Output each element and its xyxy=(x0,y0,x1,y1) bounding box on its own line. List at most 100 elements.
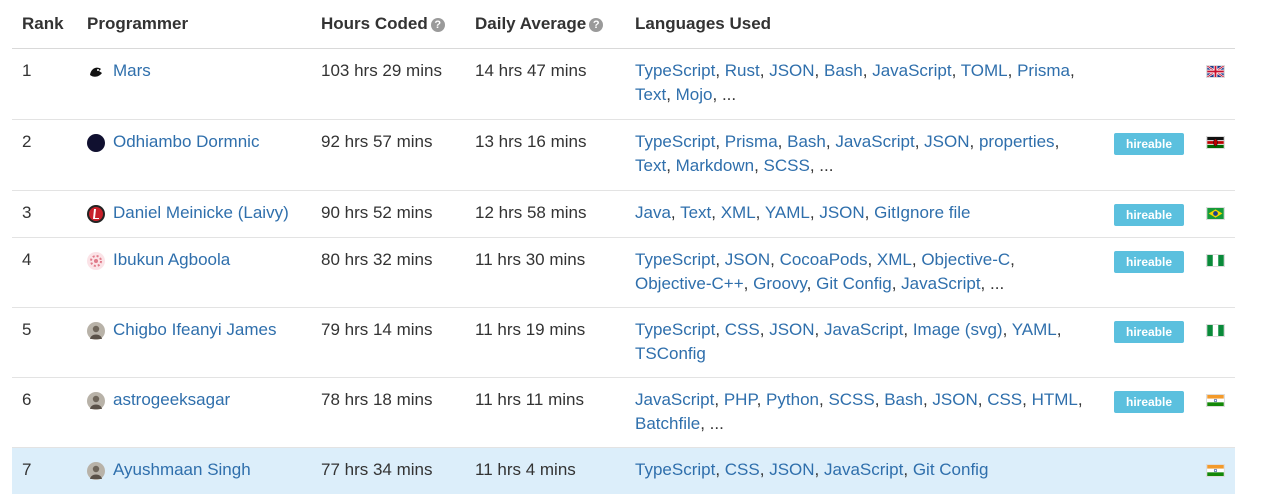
programmer-name-link[interactable]: Mars xyxy=(113,59,151,83)
language-separator: , xyxy=(891,274,902,293)
hireable-badge: hireable xyxy=(1114,133,1184,155)
help-icon[interactable]: ? xyxy=(589,18,604,32)
language-link[interactable]: GitIgnore file xyxy=(874,203,970,222)
language-link[interactable]: Groovy xyxy=(753,274,807,293)
brazil-flag-icon[interactable] xyxy=(1206,207,1225,220)
language-link[interactable]: TypeScript xyxy=(635,460,715,479)
language-separator: , xyxy=(903,320,913,339)
language-link[interactable]: Text xyxy=(680,203,711,222)
language-link[interactable]: properties xyxy=(979,132,1055,151)
language-link[interactable]: JSON xyxy=(932,390,977,409)
language-link[interactable]: HTML xyxy=(1032,390,1078,409)
language-link[interactable]: JSON xyxy=(769,61,814,80)
language-link[interactable]: PHP xyxy=(724,390,757,409)
language-link[interactable]: Bash xyxy=(787,132,826,151)
language-link[interactable]: SCSS xyxy=(828,390,874,409)
language-link[interactable]: Prisma xyxy=(1017,61,1070,80)
avatar[interactable] xyxy=(87,63,105,81)
language-link[interactable]: JavaScript xyxy=(824,460,903,479)
india-flag-icon[interactable] xyxy=(1206,464,1225,477)
language-link[interactable]: Rust xyxy=(725,61,760,80)
table-row: 4 Ibukun Agboola 80 hrs 32 mins 11 hrs 30 m… xyxy=(12,238,1235,308)
language-link[interactable]: XML xyxy=(721,203,756,222)
language-link[interactable]: Python xyxy=(766,390,819,409)
nigeria-flag-icon[interactable] xyxy=(1206,324,1225,337)
language-link[interactable]: TypeScript xyxy=(635,250,715,269)
language-link[interactable]: Batchfile xyxy=(635,414,700,433)
nigeria-flag-icon[interactable] xyxy=(1206,254,1225,267)
language-link[interactable]: Text xyxy=(635,156,666,175)
language-separator: , xyxy=(759,61,770,80)
languages-cell: TypeScript, Prisma, Bash, JavaScript, JS… xyxy=(635,130,1085,178)
avatar[interactable] xyxy=(87,134,105,152)
language-link[interactable]: Bash xyxy=(824,61,863,80)
language-link[interactable]: YAML xyxy=(1012,320,1057,339)
language-link[interactable]: Markdown xyxy=(676,156,754,175)
language-link[interactable]: Prisma xyxy=(725,132,778,151)
header-hours-coded-label: Hours Coded xyxy=(321,14,428,33)
avatar[interactable] xyxy=(87,252,105,270)
language-separator: , xyxy=(911,250,922,269)
language-separator: , xyxy=(715,320,725,339)
india-flag-icon[interactable] xyxy=(1206,394,1225,407)
programmer-name-link[interactable]: Ibukun Agboola xyxy=(113,248,230,272)
language-link[interactable]: TypeScript xyxy=(635,132,715,151)
language-link[interactable]: Mojo xyxy=(676,85,713,104)
language-link[interactable]: SCSS xyxy=(764,156,810,175)
language-link[interactable]: Bash xyxy=(884,390,923,409)
language-link[interactable]: Image (svg) xyxy=(913,320,1003,339)
language-link[interactable]: YAML xyxy=(765,203,810,222)
programmer-name-link[interactable]: Daniel Meinicke (Laivy) xyxy=(113,201,289,225)
help-icon[interactable]: ? xyxy=(430,18,445,32)
language-link[interactable]: CSS xyxy=(987,390,1022,409)
language-link[interactable]: Git Config xyxy=(913,460,989,479)
table-row: 5 Chigbo Ifeanyi James 79 hrs 14 mins 11 hr… xyxy=(12,308,1235,378)
language-separator: , xyxy=(759,460,770,479)
language-separator: , xyxy=(814,460,824,479)
language-separator: , xyxy=(1077,390,1083,409)
language-link[interactable]: JavaScript xyxy=(901,274,980,293)
language-link[interactable]: JavaScript xyxy=(824,320,903,339)
language-separator: , xyxy=(711,203,721,222)
language-link[interactable]: Text xyxy=(635,85,666,104)
kenya-flag-icon[interactable] xyxy=(1206,136,1225,149)
daily-average-cell: 14 hrs 47 mins xyxy=(475,61,587,80)
language-separator: , xyxy=(777,132,788,151)
programmer-name-link[interactable]: Chigbo Ifeanyi James xyxy=(113,318,276,342)
language-separator: , xyxy=(1056,320,1062,339)
language-link[interactable]: JSON xyxy=(769,320,814,339)
language-link[interactable]: JSON xyxy=(924,132,969,151)
languages-cell: TypeScript, JSON, CocoaPods, XML, Object… xyxy=(635,248,1085,296)
language-link[interactable]: TypeScript xyxy=(635,320,715,339)
language-link[interactable]: Objective-C++ xyxy=(635,274,744,293)
language-link[interactable]: CocoaPods xyxy=(780,250,868,269)
language-link[interactable]: TOML xyxy=(961,61,1008,80)
language-link[interactable]: XML xyxy=(877,250,912,269)
badge-cell: hireable xyxy=(1114,202,1184,226)
language-link[interactable]: TypeScript xyxy=(635,61,715,80)
language-link[interactable]: CSS xyxy=(725,460,760,479)
language-link[interactable]: Java xyxy=(635,203,671,222)
avatar[interactable] xyxy=(87,392,105,410)
language-link[interactable]: JavaScript xyxy=(835,132,914,151)
language-link[interactable]: CSS xyxy=(725,320,760,339)
language-link[interactable]: JavaScript xyxy=(635,390,714,409)
language-separator: , xyxy=(864,203,875,222)
language-link[interactable]: JSON xyxy=(769,460,814,479)
language-separator: , xyxy=(862,61,873,80)
programmer-name-link[interactable]: astrogeeksagar xyxy=(113,388,230,412)
language-link[interactable]: Git Config xyxy=(816,274,892,293)
language-link[interactable]: Objective-C xyxy=(921,250,1010,269)
uk-flag-icon[interactable] xyxy=(1206,65,1225,78)
language-separator: , xyxy=(922,390,933,409)
language-link[interactable]: TSConfig xyxy=(635,344,706,363)
language-link[interactable]: JSON xyxy=(725,250,770,269)
avatar[interactable] xyxy=(87,322,105,340)
language-link[interactable]: JavaScript xyxy=(872,61,951,80)
programmer-name-link[interactable]: Ayushmaan Singh xyxy=(113,458,251,482)
daily-average-cell: 11 hrs 19 mins xyxy=(475,320,586,339)
programmer-name-link[interactable]: Odhiambo Dormnic xyxy=(113,130,259,154)
avatar[interactable] xyxy=(87,205,105,223)
avatar[interactable] xyxy=(87,462,105,480)
language-link[interactable]: JSON xyxy=(819,203,864,222)
